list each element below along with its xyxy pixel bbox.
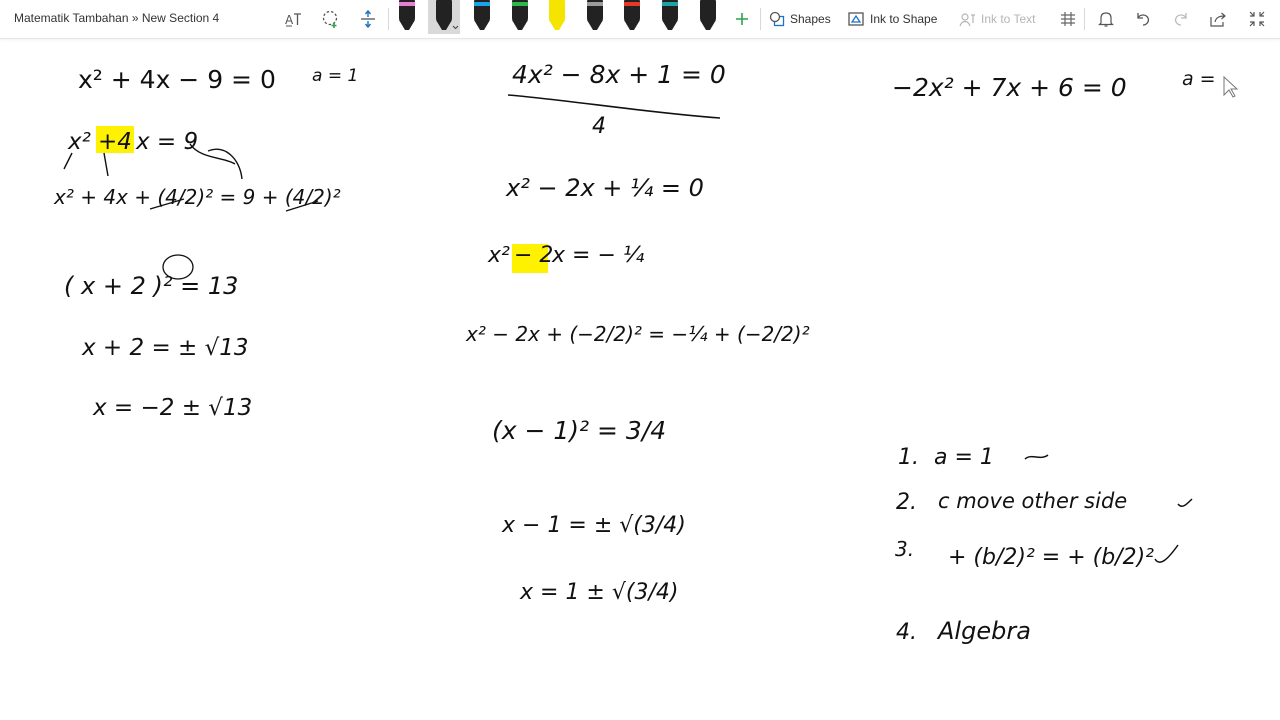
svg-text:A: A <box>285 13 294 27</box>
undo-icon[interactable] <box>1129 5 1157 33</box>
add-pen-icon[interactable] <box>728 5 756 33</box>
step-text: Algebra <box>936 617 1031 645</box>
shapes-label: Shapes <box>790 12 831 26</box>
col2-division-line <box>507 94 721 119</box>
col2-equation: 4x² − 8x + 1 = 0 <box>512 60 726 89</box>
note-canvas[interactable]: x² + 4x − 9 = 0 a = 1 x² +4 x = 9 x² + 4… <box>0 39 1280 720</box>
ink-layer: x² + 4x − 9 = 0 a = 1 x² +4 x = 9 x² + 4… <box>53 60 1239 645</box>
toolbar-divider <box>760 8 761 30</box>
step-number: 2. <box>896 490 917 515</box>
redo-icon[interactable] <box>1167 5 1195 33</box>
col1-line1-hl: +4 <box>98 129 132 155</box>
col1-line1-b: x = 9 <box>135 129 198 155</box>
fullscreen-collapse-icon[interactable] <box>1243 5 1271 33</box>
blue-pen-icon[interactable] <box>470 0 494 34</box>
shapes-button[interactable]: Shapes <box>769 8 831 30</box>
ink-to-shape-label: Ink to Shape <box>870 12 938 26</box>
galaxy-pen-icon[interactable] <box>583 0 607 34</box>
bell-icon[interactable] <box>1092 5 1120 33</box>
col2-line6: x = 1 ± √(3/4) <box>519 580 678 605</box>
toolbar-divider <box>1084 8 1085 30</box>
step-number: 3. <box>895 537 914 561</box>
step-number: 4. <box>896 620 917 645</box>
col1-a-note: a = 1 <box>312 66 358 86</box>
green-pen-icon[interactable] <box>508 0 532 34</box>
col2-line1: x² − 2x + ¼ = 0 <box>505 174 704 202</box>
col3-a-note: a = <box>1182 68 1216 90</box>
col3-equation: −2x² + 7x + 6 = 0 <box>892 73 1127 102</box>
shapes-icon <box>769 11 785 27</box>
black-pen-selected-icon[interactable] <box>428 0 460 34</box>
ink-to-text-icon <box>959 13 975 27</box>
share-icon[interactable] <box>1204 5 1232 33</box>
tick-mark <box>1024 454 1049 460</box>
col2-line4: (x − 1)² = 3/4 <box>492 416 666 445</box>
toolbar-divider <box>388 8 389 30</box>
type-text-icon[interactable]: A <box>279 5 307 33</box>
step-text: + (b/2)² = + (b/2)² <box>948 545 1154 570</box>
ink-to-shape-icon <box>848 12 864 26</box>
col1-equation: x² + 4x − 9 = 0 <box>78 65 276 94</box>
ink-to-text-label: Ink to Text <box>981 12 1036 26</box>
col1-line1-a: x² <box>67 129 91 155</box>
col2-line2-hl: − 2 <box>514 243 553 268</box>
step-text: a = 1 <box>934 445 994 470</box>
col2-line3: x² − 2x + (−2/2)² = −¼ + (−2/2)² <box>465 322 810 346</box>
black-pen-icon[interactable] <box>696 0 720 34</box>
ink-replay-icon[interactable] <box>1054 5 1082 33</box>
col2-line2-a: x² <box>487 243 510 268</box>
tick-mark <box>1177 498 1193 507</box>
col1-line3: ( x + 2 )² = 13 <box>64 272 238 300</box>
ribbon-toolbar: Matematik Tambahan » New Section 4 A Sha… <box>0 0 1280 39</box>
col2-line2-b: x = − ¼ <box>551 243 645 268</box>
step-number: 1. <box>898 445 919 470</box>
col1-line2: x² + 4x + (4/2)² = 9 + (4/2)² <box>53 185 341 209</box>
col2-divisor: 4 <box>592 114 606 139</box>
tick-mark <box>1154 544 1179 563</box>
ink-to-shape-button[interactable]: Ink to Shape <box>848 8 937 30</box>
step-text: c move other side <box>938 489 1127 513</box>
col1-line4: x + 2 = ± √13 <box>81 335 249 361</box>
lasso-select-icon[interactable] <box>317 5 345 33</box>
add-space-icon[interactable] <box>354 5 382 33</box>
steps-list: 1. a = 1 2. c move other side 3. + (b/2)… <box>895 445 1193 645</box>
col1-line5: x = −2 ± √13 <box>92 395 252 421</box>
breadcrumb[interactable]: Matematik Tambahan » New Section 4 <box>14 11 219 25</box>
teal-pen-icon[interactable] <box>658 0 682 34</box>
black-pen-pink-icon[interactable] <box>395 0 419 34</box>
ink-to-text-button[interactable]: Ink to Text <box>959 8 1035 30</box>
yellow-highlighter-icon[interactable] <box>545 0 569 34</box>
rainbow-pen-icon[interactable] <box>620 0 644 34</box>
mouse-cursor-icon <box>1223 75 1239 98</box>
col2-line5: x − 1 = ± √(3/4) <box>501 513 686 538</box>
